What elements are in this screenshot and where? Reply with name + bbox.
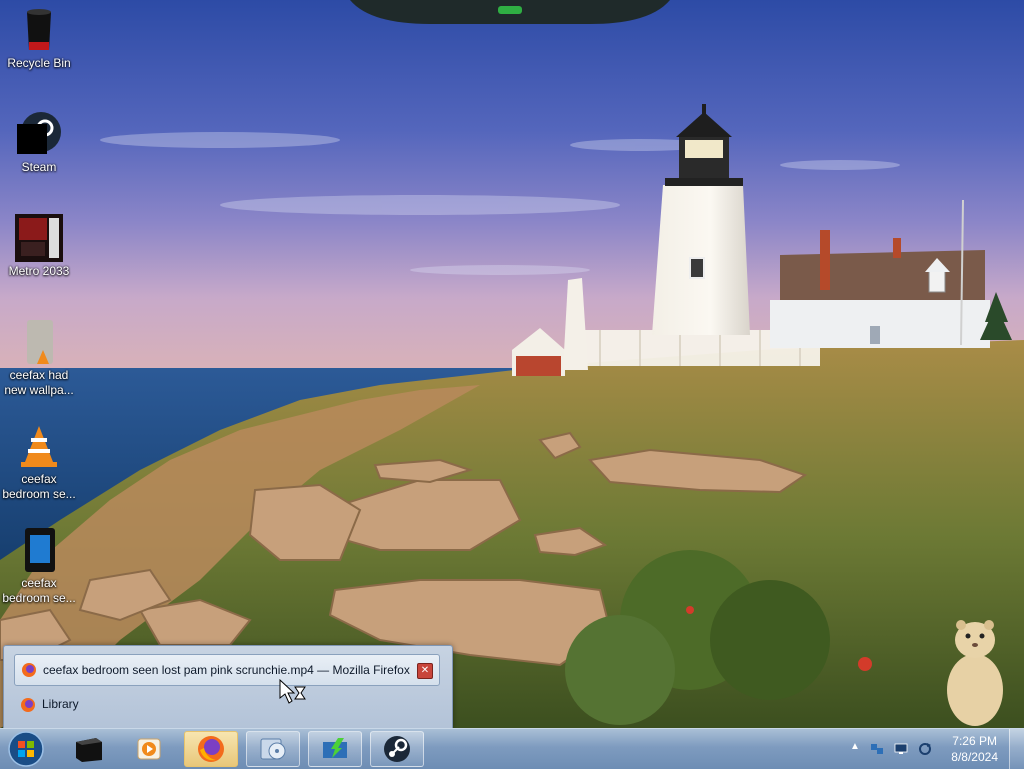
desktop-icon-label-line2: bedroom se... [2, 487, 76, 501]
display-icon[interactable] [894, 742, 908, 756]
taskbar-terminal-button[interactable] [62, 731, 116, 767]
taskbar-firefox-button[interactable] [184, 731, 238, 767]
start-button[interactable] [6, 730, 46, 768]
desktop-icon-recycle-bin[interactable]: Recycle Bin [0, 0, 78, 71]
desktop-icon-ceefax-bedroom-2[interactable]: ceefax bedroom se... [0, 520, 78, 606]
vlc-video-icon [15, 318, 63, 366]
desktop-icon-label-line1: ceefax [21, 472, 57, 486]
desktop-icon-label-line2: new wallpa... [4, 383, 74, 397]
media-player-icon [137, 738, 161, 760]
firefox-icon [198, 736, 224, 762]
busy-cursor-icon [279, 679, 306, 704]
taskbar-disk-utility-button[interactable] [246, 731, 300, 767]
desktop-icon-metro-2033[interactable]: Metro 2033 [0, 208, 78, 279]
desktop-icon-label-line1: ceefax had [9, 368, 69, 382]
jumplist-library-label: Library [42, 697, 79, 711]
disk-utility-icon [260, 738, 286, 760]
jumplist-window-title: ceefax bedroom seen lost pam pink scrunc… [43, 663, 410, 677]
desktop-icon-steam[interactable]: Steam [0, 104, 78, 175]
terminal-icon [76, 738, 102, 762]
windows-orb-icon [8, 731, 44, 767]
jumplist-window-item[interactable]: ceefax bedroom seen lost pam pink scrunc… [14, 654, 440, 686]
taskbar: ▲ 7:26 PM 8/8/2024 [0, 728, 1024, 769]
game-shortcut-icon [15, 214, 63, 262]
desktop-icon-label-line2: bedroom se... [2, 591, 76, 605]
clock-date: 8/8/2024 [951, 750, 998, 764]
desktop-icon-label: Metro 2033 [8, 264, 70, 278]
jumplist-library-item[interactable]: Library [18, 694, 218, 716]
download-manager-icon [323, 738, 347, 758]
desktop-icon-label: Steam [21, 160, 57, 174]
taskbar-download-manager-button[interactable] [308, 731, 362, 767]
taskbar-steam-button[interactable] [370, 731, 424, 767]
firefox-jumplist-popup: ceefax bedroom seen lost pam pink scrunc… [3, 645, 453, 729]
system-tray: ▲ 7:26 PM 8/8/2024 [834, 729, 1024, 769]
firefox-icon [21, 662, 37, 678]
steam-icon [15, 110, 63, 158]
desktop-icon-label-line1: ceefax [21, 576, 57, 590]
desktop-icon-ceefax-bedroom-1[interactable]: ceefax bedroom se... [0, 416, 78, 502]
top-dock-notch [350, 0, 670, 24]
close-window-button[interactable]: ✕ [417, 663, 433, 679]
firefox-icon [20, 697, 36, 713]
clock-time: 7:26 PM [952, 734, 997, 748]
desktop-icon-label: Recycle Bin [7, 56, 71, 70]
network-icon[interactable] [870, 742, 884, 756]
show-hidden-icons-button[interactable]: ▲ [850, 741, 860, 752]
show-desktop-button[interactable] [1009, 729, 1024, 769]
taskbar-media-player-button[interactable] [122, 731, 176, 767]
video-thumbnail-icon [15, 526, 63, 574]
steam-icon [384, 736, 410, 762]
desktop-icon-ceefax-wallpaper[interactable]: ceefax had new wallpa... [0, 312, 78, 398]
recycle-bin-icon [15, 6, 63, 54]
vlc-cone-icon [15, 422, 63, 470]
sync-icon[interactable] [918, 742, 932, 756]
clock[interactable]: 7:26 PM 8/8/2024 [951, 733, 998, 765]
